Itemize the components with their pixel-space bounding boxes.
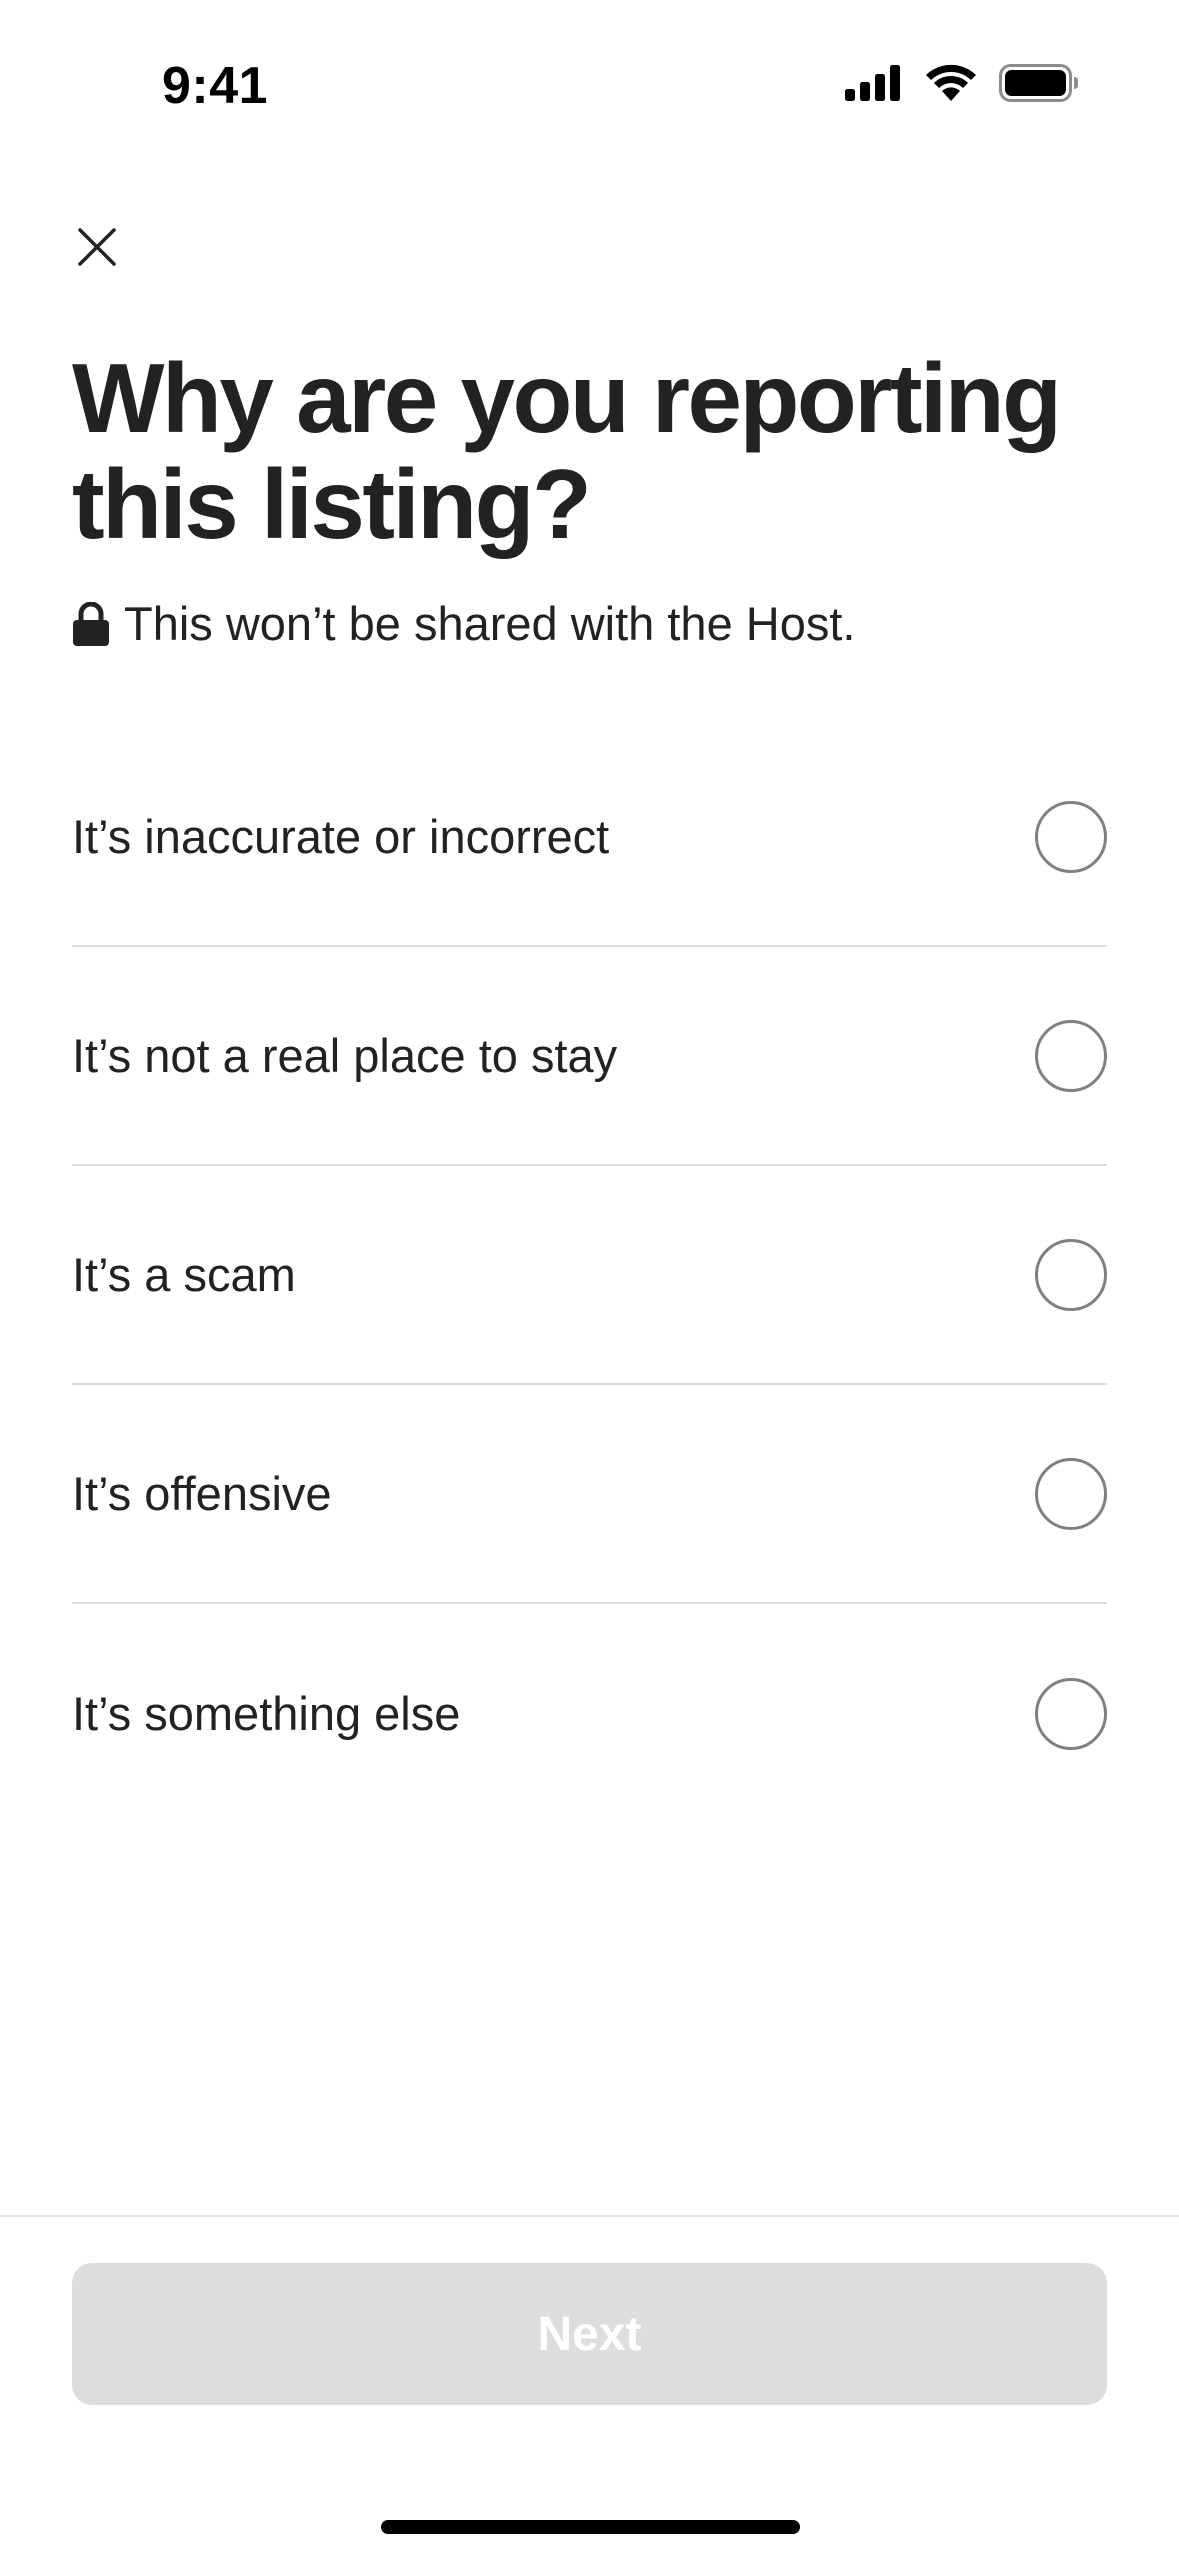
option-label: It’s a scam [72,1248,296,1301]
radio-button[interactable] [1035,1019,1107,1092]
status-icons [845,64,1079,102]
report-listing-screen: 9:41 Why are you reporting this listing?… [0,0,1179,2556]
status-time: 9:41 [162,57,269,115]
lock-icon [73,601,109,646]
cellular-signal-icon [845,65,903,101]
option-label: It’s not a real place to stay [72,1029,618,1082]
radio-button[interactable] [1035,800,1107,873]
privacy-note: This won’t be shared with the Host. [72,596,855,651]
option-label: It’s something else [72,1687,461,1740]
radio-button[interactable] [1035,1677,1107,1750]
option-not-real-place[interactable]: It’s not a real place to stay [72,947,1107,1166]
next-button[interactable]: Next [72,2263,1107,2405]
radio-button[interactable] [1035,1238,1107,1311]
home-indicator [381,2520,800,2534]
report-options-list: It’s inaccurate or incorrect It’s not a … [72,728,1107,1823]
option-offensive[interactable]: It’s offensive [72,1385,1107,1604]
privacy-note-text: This won’t be shared with the Host. [124,597,856,650]
footer: Next [0,2215,1179,2556]
page-title: Why are you reporting this listing? [72,343,1062,559]
wifi-icon [925,64,977,102]
option-something-else[interactable]: It’s something else [72,1604,1107,1823]
option-inaccurate[interactable]: It’s inaccurate or incorrect [72,728,1107,947]
option-label: It’s offensive [72,1467,332,1520]
battery-icon [999,64,1079,102]
option-scam[interactable]: It’s a scam [72,1166,1107,1385]
close-button[interactable] [62,212,132,282]
radio-button[interactable] [1035,1457,1107,1530]
close-icon [78,228,116,266]
status-bar: 9:41 [0,0,1179,170]
option-label: It’s inaccurate or incorrect [72,810,610,863]
